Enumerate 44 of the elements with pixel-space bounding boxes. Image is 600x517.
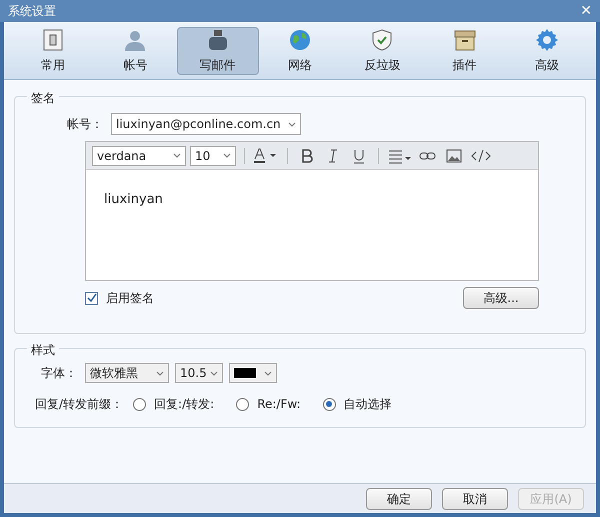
account-label: 帐号： xyxy=(66,116,103,133)
toolbar-tab[interactable]: 插件 xyxy=(423,26,506,74)
globe-icon xyxy=(288,28,312,52)
toolbar-tab[interactable]: 高级 xyxy=(506,26,588,74)
window-title: 系统设置 xyxy=(8,3,56,20)
prefix-label: 回复/转发前缀： xyxy=(35,396,124,413)
caret-icon xyxy=(210,370,218,376)
size-dropdown[interactable]: 10.5 xyxy=(175,363,223,383)
radio-label: 自动选择 xyxy=(344,396,392,413)
enable-checkbox[interactable] xyxy=(85,292,98,304)
settings-icon xyxy=(534,28,559,52)
caret-icon xyxy=(223,153,231,158)
switch-icon xyxy=(41,28,66,52)
color-dropdown[interactable] xyxy=(229,363,277,383)
toolbar-tab[interactable]: 反垃圾 xyxy=(341,26,424,74)
radio-button[interactable] xyxy=(236,398,250,410)
text-color-icon[interactable] xyxy=(253,148,279,164)
signature-text[interactable]: liuxinyan xyxy=(104,192,163,207)
caret-icon xyxy=(173,153,181,158)
caret-icon xyxy=(156,370,164,376)
caret-icon xyxy=(264,370,272,376)
dialog-button[interactable]: 取消 xyxy=(442,488,508,510)
font-dropdown[interactable]: 微软雅黑 xyxy=(85,363,169,383)
radio-button[interactable] xyxy=(322,398,336,410)
toolbar-tab[interactable]: 写邮件 xyxy=(176,26,259,74)
shield-icon xyxy=(370,28,394,52)
toolbar-tab[interactable]: 常用 xyxy=(12,26,94,74)
align-icon[interactable] xyxy=(387,148,413,164)
enable-label: 启用签名 xyxy=(106,290,154,307)
radio-button[interactable] xyxy=(133,398,146,410)
size-dropdown[interactable]: 10 xyxy=(190,146,236,166)
dialog-button[interactable]: 确定 xyxy=(366,488,432,510)
caret-icon xyxy=(288,122,296,126)
toolbar-tab[interactable]: 网络 xyxy=(258,26,342,74)
toolbar-tab[interactable]: 帐号 xyxy=(94,26,177,74)
radio-label: 回复:/转发: xyxy=(154,396,214,413)
font-dropdown[interactable]: verdana xyxy=(92,146,186,166)
box-icon xyxy=(452,28,477,52)
radio-label: Re:/Fw: xyxy=(257,396,301,413)
code-icon[interactable] xyxy=(469,148,493,164)
account-dropdown[interactable]: liuxinyan@pconline.com.cn xyxy=(111,113,301,135)
close-button[interactable]: ✕ xyxy=(580,4,592,18)
advanced-button[interactable]: 高级... xyxy=(463,287,539,309)
font-label: 字体： xyxy=(40,365,78,382)
